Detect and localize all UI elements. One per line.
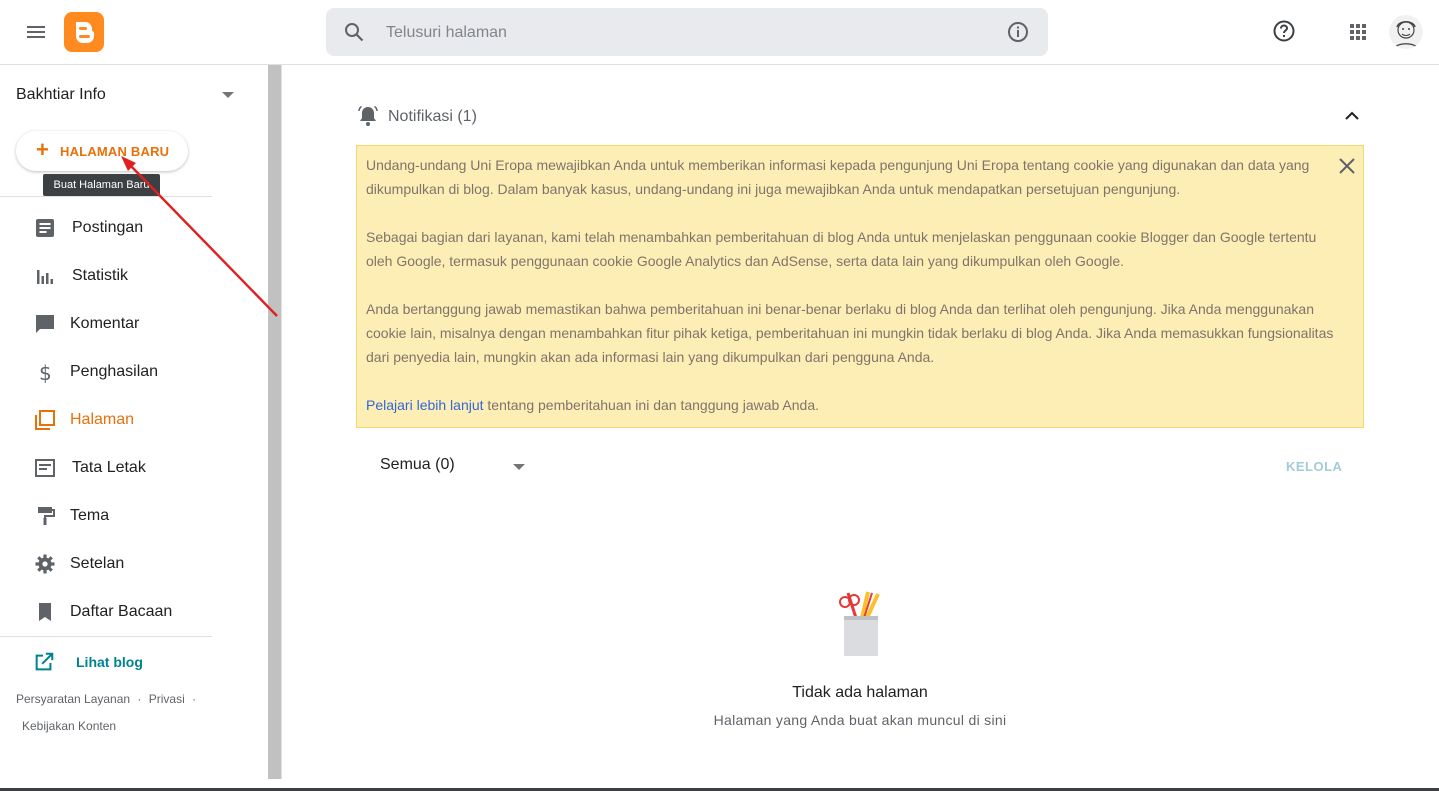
footer-links-row-2: Kebijakan Konten xyxy=(22,719,116,733)
gear-icon xyxy=(35,554,55,574)
learn-more-link[interactable]: Pelajari lebih lanjut xyxy=(366,397,484,413)
privacy-link[interactable]: Privasi xyxy=(149,692,185,706)
content-policy-link[interactable]: Kebijakan Konten xyxy=(22,719,116,733)
filter-caret-icon[interactable] xyxy=(513,464,525,470)
sidebar-item-label: Setelan xyxy=(70,555,125,572)
view-blog-link[interactable]: Lihat blog xyxy=(0,643,212,679)
pencil-cup-illustration xyxy=(839,591,880,656)
stats-icon xyxy=(37,270,53,284)
new-page-tooltip: Buat Halaman Baru xyxy=(43,174,160,196)
cookie-notice: Undang-undang Uni Eropa mewajibkan Anda … xyxy=(356,145,1364,428)
notifications-header: Notifikasi (1) xyxy=(356,104,1364,128)
footer-separator: · xyxy=(137,692,142,706)
footer-links-row-1: Persyaratan Layanan · Privasi · xyxy=(16,692,200,706)
sidebar-item-tema[interactable]: Tema xyxy=(0,492,212,540)
sidebar-item-label: Penghasilan xyxy=(70,363,159,380)
avatar-sketch-icon xyxy=(1393,21,1419,49)
sidebar-item-label: Statistik xyxy=(72,267,129,284)
notice-paragraph-3: Anda bertanggung jawab memastikan bahwa … xyxy=(366,301,1334,365)
search-icon[interactable] xyxy=(342,20,366,44)
posts-icon xyxy=(36,219,54,237)
paint-roller-icon xyxy=(38,507,55,525)
notice-paragraph-4: Pelajari lebih lanjut tentang pemberitah… xyxy=(366,393,1346,417)
layout-icon xyxy=(35,459,55,477)
blog-name[interactable]: Bakhtiar Info xyxy=(16,86,106,104)
external-link-icon xyxy=(35,652,54,671)
filter-dropdown[interactable]: Semua (0) xyxy=(380,456,455,474)
sidebar-divider xyxy=(0,196,212,197)
dollar-icon: $ xyxy=(39,361,52,384)
sidebar-item-tata-letak[interactable]: Tata Letak xyxy=(0,444,212,492)
new-page-label: HALAMAN BARU xyxy=(60,144,170,159)
sidebar-divider xyxy=(0,636,212,637)
sidebar-item-label: Halaman xyxy=(70,411,135,428)
sidebar-item-statistik[interactable]: Statistik xyxy=(0,252,212,300)
info-icon[interactable] xyxy=(1006,20,1030,44)
sidebar-item-halaman[interactable]: Halaman xyxy=(0,396,212,444)
sidebar-item-label: Tata Letak xyxy=(72,459,146,476)
notice-paragraph-1: Undang-undang Uni Eropa mewajibkan Anda … xyxy=(366,157,1310,197)
blog-selector-caret-icon[interactable] xyxy=(222,92,234,98)
sidebar-item-postingan[interactable]: Postingan xyxy=(0,204,212,252)
top-bar xyxy=(0,0,1439,65)
new-page-button[interactable]: + HALAMAN BARU xyxy=(16,131,188,171)
empty-state-title: Tidak ada halaman xyxy=(792,684,928,701)
chevron-up-icon[interactable] xyxy=(1340,104,1364,128)
sidebar-item-label: Komentar xyxy=(70,315,140,332)
svg-text:$: $ xyxy=(39,361,52,384)
menu-icon[interactable] xyxy=(24,20,48,44)
empty-state-subtitle: Halaman yang Anda buat akan muncul di si… xyxy=(713,712,1007,728)
sidebar-item-label: Tema xyxy=(70,507,110,524)
notifications-title: Notifikasi (1) xyxy=(388,108,477,125)
notice-paragraph-2: Sebagai bagian dari layanan, kami telah … xyxy=(366,229,1317,269)
plus-icon: + xyxy=(36,137,49,162)
close-icon[interactable] xyxy=(1335,154,1359,178)
search-input[interactable] xyxy=(384,20,988,46)
footer-separator: · xyxy=(192,692,197,706)
blogger-logo[interactable] xyxy=(64,12,104,52)
view-blog-label: Lihat blog xyxy=(76,654,143,670)
comment-icon xyxy=(36,315,54,333)
search-bar[interactable] xyxy=(326,8,1048,56)
sidebar-item-komentar[interactable]: Komentar xyxy=(0,300,212,348)
sidebar-item-label: Daftar Bacaan xyxy=(70,603,173,620)
avatar[interactable] xyxy=(1389,15,1423,49)
apps-icon[interactable] xyxy=(1346,20,1370,44)
pages-icon xyxy=(35,410,55,430)
sidebar-item-penghasilan[interactable]: $ Penghasilan xyxy=(0,348,212,396)
sidebar-item-setelan[interactable]: Setelan xyxy=(0,540,212,588)
sidebar-item-daftar-bacaan[interactable]: Daftar Bacaan xyxy=(0,588,212,636)
bell-icon xyxy=(358,105,378,126)
help-icon[interactable] xyxy=(1272,19,1296,43)
sidebar-scrollbar[interactable] xyxy=(268,65,282,779)
terms-link[interactable]: Persyaratan Layanan xyxy=(16,692,130,706)
sidebar-item-label: Postingan xyxy=(72,219,144,236)
manage-button[interactable]: KELOLA xyxy=(1286,459,1342,474)
notice-paragraph-4-text: tentang pemberitahuan ini dan tanggung j… xyxy=(483,397,820,413)
bookmark-icon xyxy=(39,603,51,621)
